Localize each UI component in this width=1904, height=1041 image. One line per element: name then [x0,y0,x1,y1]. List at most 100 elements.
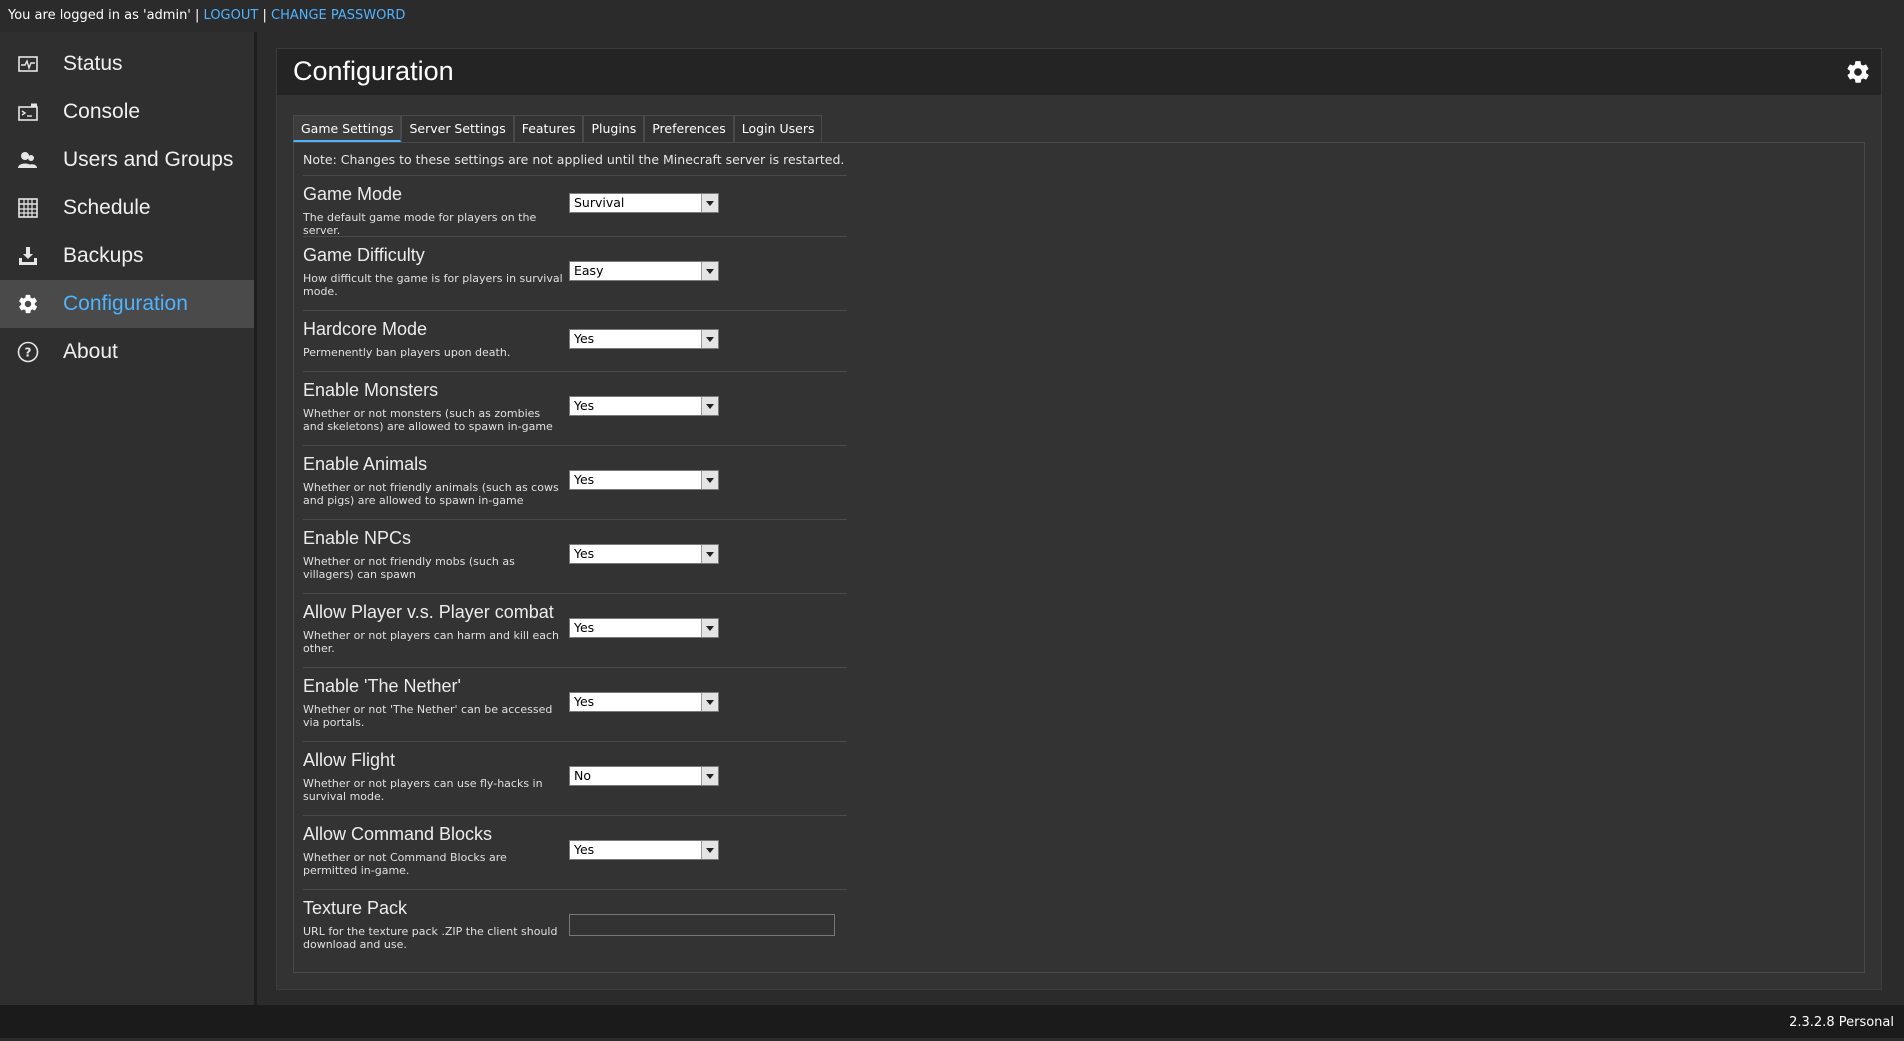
sidebar-item-backups[interactable]: Backups [0,232,254,280]
setting-row-command-blocks: Allow Command Blocks Whether or not Comm… [303,815,847,889]
sidebar-item-label: Status [63,52,123,75]
texture-pack-url-input[interactable] [569,914,835,936]
hardcore-mode-select[interactable]: Yes [569,329,719,349]
select-value: Yes [574,842,595,857]
change-password-link[interactable]: CHANGE PASSWORD [271,8,405,23]
tab-server-settings[interactable]: Server Settings [401,115,514,142]
setting-row-game-difficulty: Game Difficulty How difficult the game i… [303,236,847,310]
sidebar-item-about[interactable]: ? About [0,328,254,376]
allow-flight-select[interactable]: No [569,766,719,786]
sidebar-item-label: About [63,340,118,363]
status-icon [17,53,39,75]
sidebar: Status Console Users and Groups Schedule… [0,32,257,1005]
chevron-down-icon [701,471,718,489]
enable-animals-select[interactable]: Yes [569,470,719,490]
setting-title: Hardcore Mode [303,319,428,339]
setting-description: Whether or not players can harm and kill… [303,629,560,655]
gear-icon [17,293,39,315]
tab-login-users[interactable]: Login Users [733,115,823,142]
sidebar-item-console[interactable]: Console [0,88,254,136]
sidebar-item-label: Schedule [63,196,151,219]
game-mode-select[interactable]: Survival [569,193,719,213]
setting-row-enable-monsters: Enable Monsters Whether or not monsters … [303,371,847,445]
setting-title: Game Mode [303,184,403,204]
setting-row-texture-pack: Texture Pack URL for the texture pack .Z… [303,889,847,963]
backup-icon [17,245,39,267]
console-icon [17,101,39,123]
enable-monsters-select[interactable]: Yes [569,396,719,416]
select-value: Easy [574,263,604,278]
pvp-select[interactable]: Yes [569,618,719,638]
main-content: Configuration Game Settings Server Setti… [260,32,1904,1005]
page-title: Configuration [293,56,454,86]
help-icon: ? [17,341,39,363]
svg-text:?: ? [25,346,32,360]
setting-row-allow-flight: Allow Flight Whether or not players can … [303,741,847,815]
tab-game-settings[interactable]: Game Settings [293,115,402,142]
chevron-down-icon [701,619,718,637]
setting-title: Enable Animals [303,454,428,474]
setting-row-enable-animals: Enable Animals Whether or not friendly a… [303,445,847,519]
setting-description: Whether or not Command Blocks are permit… [303,851,507,877]
settings-list: Game Mode The default game mode for play… [303,175,847,963]
chevron-down-icon [701,693,718,711]
chevron-down-icon [701,841,718,859]
sidebar-item-label: Backups [63,244,144,267]
enable-npcs-select[interactable]: Yes [569,544,719,564]
select-value: Yes [574,620,595,635]
restart-note: Note: Changes to these settings are not … [303,152,845,167]
top-bar: You are logged in as 'admin' | LOGOUT | … [0,0,1904,32]
chevron-down-icon [701,330,718,348]
setting-description: The default game mode for players on the… [303,211,537,237]
sidebar-item-status[interactable]: Status [0,40,254,88]
tab-plugins[interactable]: Plugins [583,115,645,142]
select-value: Yes [574,398,595,413]
setting-row-pvp: Allow Player v.s. Player combat Whether … [303,593,847,667]
nether-select[interactable]: Yes [569,692,719,712]
tab-content-game-settings: Note: Changes to these settings are not … [293,142,1865,973]
footer-version: 2.3.2.8 Personal [0,1005,1904,1038]
select-value: Yes [574,546,595,561]
panel-header: Configuration [277,49,1881,95]
setting-row-hardcore-mode: Hardcore Mode Permenently ban players up… [303,310,847,371]
sidebar-item-configuration[interactable]: Configuration [0,280,254,328]
setting-description: Whether or not players can use fly-hacks… [303,777,543,803]
setting-title: Texture Pack [303,898,408,918]
setting-title: Allow Command Blocks [303,824,493,844]
select-value: Survival [574,195,625,210]
sidebar-item-schedule[interactable]: Schedule [0,184,254,232]
tab-preferences[interactable]: Preferences [644,115,734,142]
logged-in-text: You are logged in as 'admin' | [8,8,200,23]
sidebar-item-label: Configuration [63,292,188,315]
tab-features[interactable]: Features [513,115,584,142]
select-value: Yes [574,472,595,487]
chevron-down-icon [701,545,718,563]
sidebar-item-label: Users and Groups [63,148,234,171]
select-value: Yes [574,694,595,709]
setting-row-nether: Enable 'The Nether' Whether or not 'The … [303,667,847,741]
chevron-down-icon [701,397,718,415]
logout-link[interactable]: LOGOUT [204,8,259,23]
setting-description: Permenently ban players upon death. [303,346,511,359]
setting-title: Allow Player v.s. Player combat [303,602,554,622]
sidebar-item-label: Console [63,100,141,123]
setting-row-game-mode: Game Mode The default game mode for play… [303,175,847,237]
command-blocks-select[interactable]: Yes [569,840,719,860]
setting-description: Whether or not friendly animals (such as… [303,481,559,507]
setting-title: Enable Monsters [303,380,439,400]
configuration-panel: Configuration Game Settings Server Setti… [276,48,1882,990]
setting-description: URL for the texture pack .ZIP the client… [303,925,558,951]
separator: | [262,8,267,23]
users-icon [17,149,39,171]
setting-title: Allow Flight [303,750,396,770]
sidebar-item-users-and-groups[interactable]: Users and Groups [0,136,254,184]
chevron-down-icon [701,194,718,212]
select-value: No [574,768,591,783]
chevron-down-icon [701,262,718,280]
chevron-down-icon [701,767,718,785]
setting-description: Whether or not friendly mobs (such as vi… [303,555,515,581]
game-difficulty-select[interactable]: Easy [569,261,719,281]
settings-gear-button[interactable] [1845,59,1871,85]
setting-row-enable-npcs: Enable NPCs Whether or not friendly mobs… [303,519,847,593]
setting-title: Enable 'The Nether' [303,676,461,696]
